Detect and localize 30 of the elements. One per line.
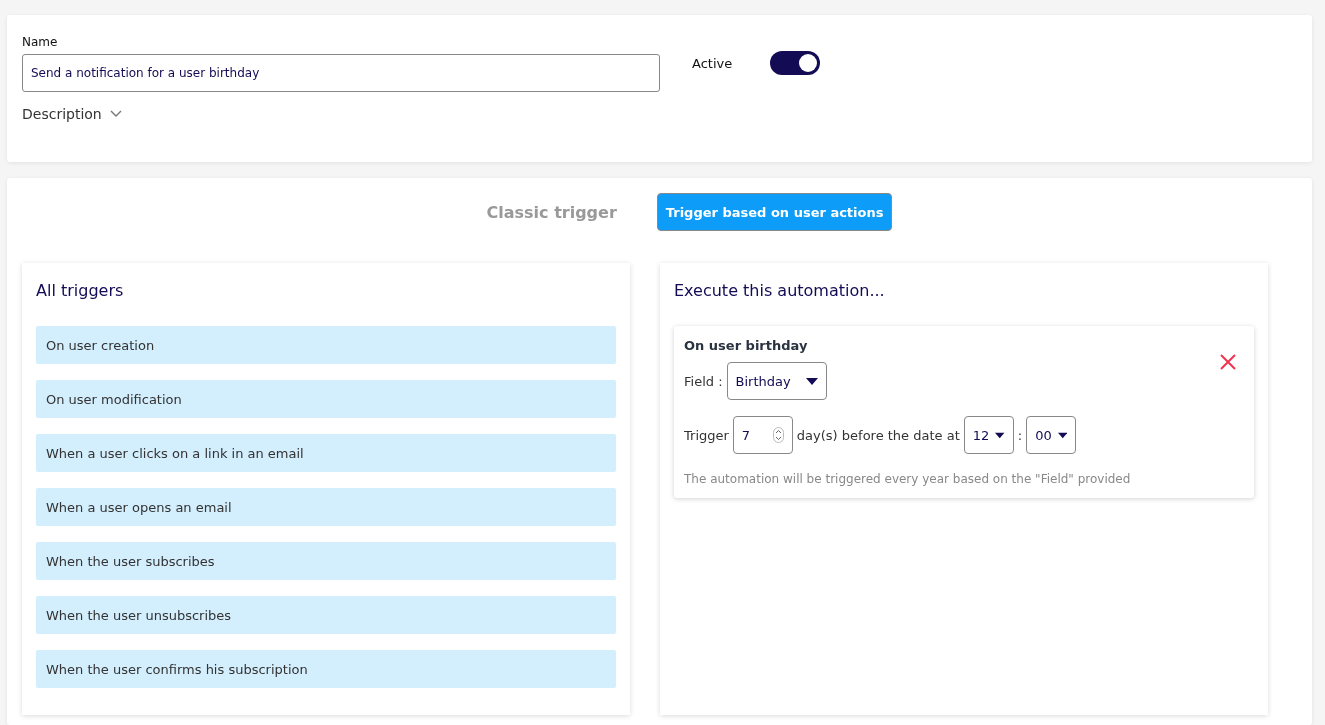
field-select[interactable]: Birthday xyxy=(726,362,827,400)
trigger-item[interactable]: When the user subscribes xyxy=(36,542,616,580)
trigger-item[interactable]: When the user unsubscribes xyxy=(36,596,616,634)
name-label: Name xyxy=(22,35,59,49)
trigger-item[interactable]: When the user confirms his subscription xyxy=(36,650,616,688)
time-separator: : xyxy=(1017,427,1023,443)
panel-title: Execute this automation... xyxy=(674,281,886,300)
trigger-item[interactable]: When a user clicks on a link in an email xyxy=(36,434,616,472)
close-icon[interactable] xyxy=(1220,354,1236,370)
panel-title: All triggers xyxy=(36,281,125,300)
trigger-item[interactable]: On user modification xyxy=(36,380,616,418)
trigger-item[interactable]: When a user opens an email xyxy=(36,488,616,526)
trigger-title: On user birthday xyxy=(684,338,808,353)
minute-select[interactable]: 00 xyxy=(1026,416,1077,454)
caret-icon xyxy=(1057,431,1068,439)
caret-icon xyxy=(805,377,818,385)
caret-icon xyxy=(995,431,1005,439)
active-toggle[interactable] xyxy=(770,51,821,75)
spinner-icon xyxy=(772,427,784,443)
field-label: Field : xyxy=(684,373,723,389)
hour-select[interactable]: 12 xyxy=(963,416,1014,454)
chevron-icon xyxy=(109,110,122,118)
trigger-label: Trigger xyxy=(684,427,729,443)
help-text: The automation will be triggered every year based on the "Field" provided xyxy=(684,472,1132,486)
description-toggle[interactable]: Description xyxy=(22,106,122,122)
name-input[interactable]: Send a notification for a user birthday xyxy=(22,54,660,92)
trigger-item[interactable]: On user creation xyxy=(36,326,616,364)
days-text: day(s) before the date at xyxy=(796,427,960,443)
days-input[interactable]: 7 xyxy=(732,416,793,454)
active-label: Active xyxy=(692,56,733,71)
